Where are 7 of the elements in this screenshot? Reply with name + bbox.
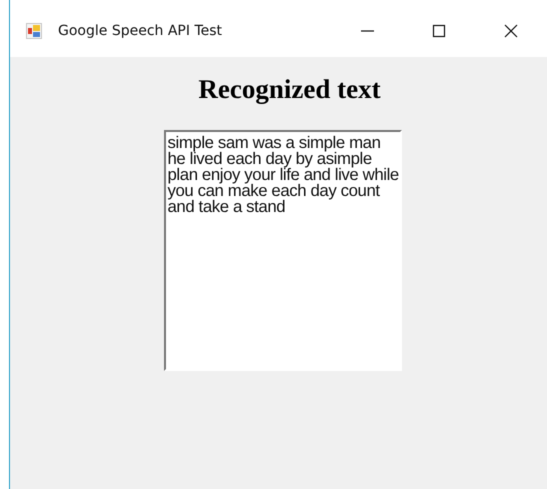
- heading: Recognized text: [197, 74, 381, 105]
- text-box[interactable]: simple sam was a simple man he lived each day by asimple plan enjoy your life and live while you can make each day count and take a stand: [164, 130, 402, 371]
- app-icon: [26, 22, 42, 38]
- maximize-icon: [431, 22, 447, 38]
- minimize-icon: [360, 30, 374, 32]
- close-icon: [503, 22, 519, 38]
- window-title: Google Speech API Test: [58, 22, 222, 38]
